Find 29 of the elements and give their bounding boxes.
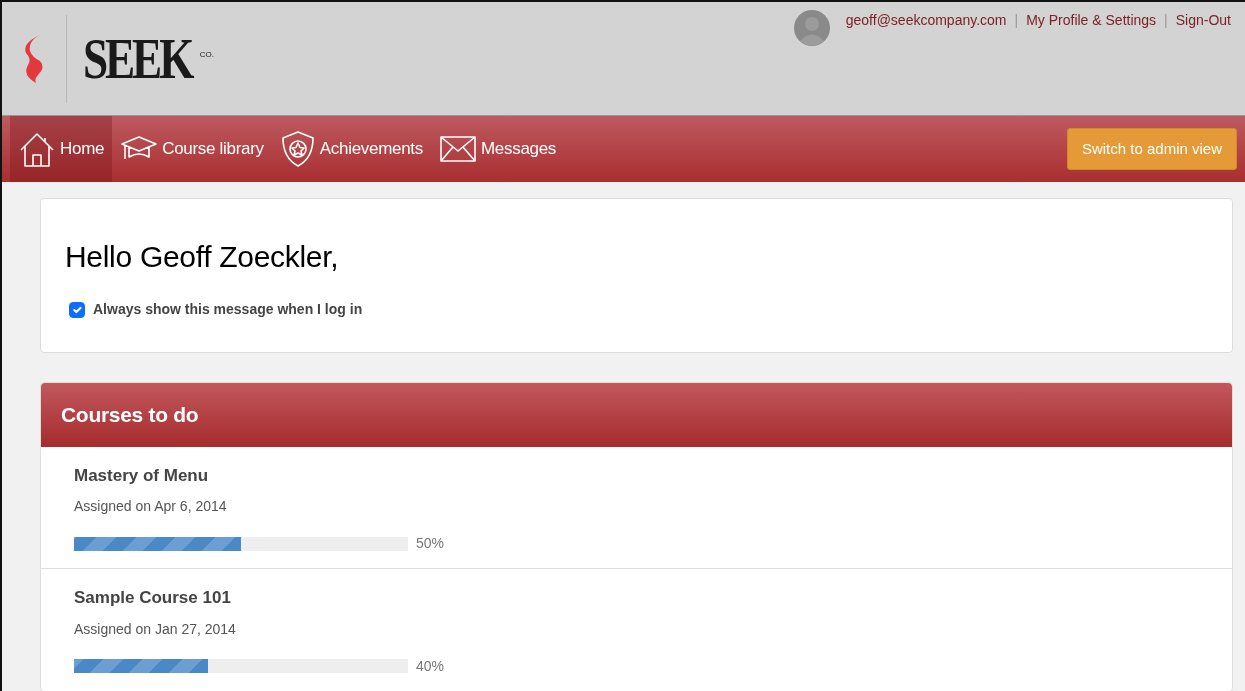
course-title: Mastery of Menu	[74, 464, 210, 487]
assigned-date: Assigned on Jan 27, 2014	[74, 619, 237, 639]
nav-tab[interactable]: Home	[10, 116, 113, 182]
nav-tab[interactable]: Achievements	[271, 116, 431, 182]
email-link[interactable]: geoff@seekcompany.com	[845, 10, 1007, 31]
checkbox[interactable]	[69, 301, 85, 318]
progress-percent: 40%	[416, 656, 445, 676]
nav-label: Messages	[480, 138, 557, 161]
progress-percent: 50%	[416, 534, 445, 553]
logo-wordmark: SEEK	[83, 29, 192, 88]
separator: |	[1014, 11, 1019, 30]
greeting-heading: Hello Geoff Zoeckler,	[65, 239, 340, 275]
avatar-icon	[793, 10, 830, 46]
nav-tab[interactable]: Course library	[112, 116, 272, 182]
nav-label: Home	[60, 138, 105, 161]
assigned-date: Assigned on Apr 6, 2014	[74, 497, 228, 516]
separator: |	[1164, 11, 1168, 30]
checkbox-label: Always show this message when I log in	[93, 300, 363, 319]
home-icon	[18, 130, 56, 168]
logo-suffix: CO.	[199, 48, 214, 61]
header-link[interactable]: Sign-Out	[1175, 10, 1231, 31]
nav-tab[interactable]: Messages	[430, 116, 565, 182]
panel-header: Courses to do	[41, 383, 1232, 447]
nav-label: Course library	[162, 138, 264, 161]
course-title: Sample Course 101	[74, 587, 232, 609]
nav-label: Achievements	[319, 138, 423, 161]
header-link[interactable]: My Profile & Settings	[1026, 10, 1157, 31]
shield-star-icon	[279, 130, 316, 168]
envelope-icon	[438, 135, 477, 163]
